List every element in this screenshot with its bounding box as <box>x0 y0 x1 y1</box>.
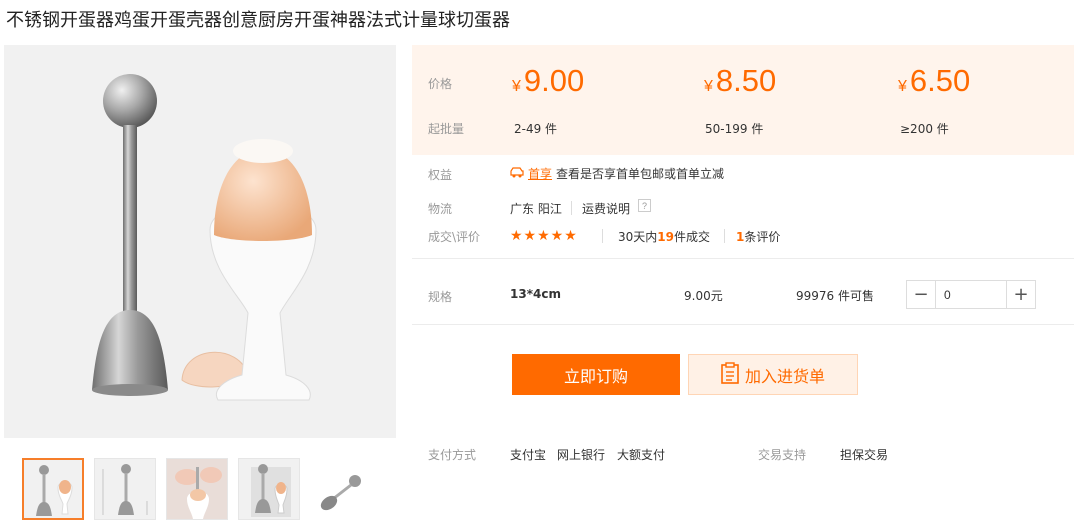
trade-support-value: 担保交易 <box>840 448 889 462</box>
rights-label: 权益 <box>428 168 453 182</box>
thumbnail-4[interactable] <box>238 458 300 520</box>
rating-stars: ★★★★★ <box>510 228 578 244</box>
review-suffix: 条评价 <box>744 230 781 244</box>
price-value: 6.50 <box>909 63 971 98</box>
order-now-button[interactable]: 立即订购 <box>512 354 680 395</box>
payment-label: 支付方式 <box>428 448 477 462</box>
divider-line <box>412 258 1074 259</box>
spec-size: 13*4cm <box>510 287 561 301</box>
price-value: 9.00 <box>523 63 585 98</box>
thumbnail-3[interactable] <box>166 458 228 520</box>
spec-label: 规格 <box>428 290 453 304</box>
review-count-link[interactable]: 1条评价 <box>736 228 780 245</box>
thumbnail-1[interactable] <box>22 458 84 520</box>
currency-symbol: ¥ <box>512 78 521 95</box>
add-to-cart-button[interactable]: 加入进货单 <box>688 354 858 395</box>
divider <box>724 229 725 243</box>
thumbnail-5[interactable] <box>310 458 372 520</box>
increment-button[interactable]: + <box>1007 281 1035 308</box>
currency-symbol: ¥ <box>704 78 713 95</box>
freight-info-link[interactable]: 运费说明 <box>582 200 630 217</box>
price-tier-2: ¥8.50 <box>704 63 776 99</box>
spec-stock: 99976 件可售 <box>796 289 874 303</box>
rights-row: 首享 查看是否享首单包邮或首单立减 <box>510 165 724 182</box>
quantity-stepper: − + <box>906 280 1036 309</box>
quantity-range-3: ≥200 件 <box>900 122 949 136</box>
deals-count: 30天内19件成交 <box>618 228 710 245</box>
trade-support-label: 交易支持 <box>758 448 807 462</box>
question-icon[interactable]: ? <box>638 199 651 212</box>
rights-description: 查看是否享首单包邮或首单立减 <box>556 167 725 181</box>
payment-method-online-bank: 网上银行 <box>557 448 606 462</box>
car-icon <box>510 166 524 181</box>
divider <box>602 229 603 243</box>
thumbnail-2[interactable] <box>94 458 156 520</box>
spec-price: 9.00元 <box>684 289 723 303</box>
egg-topper-illustration <box>92 74 317 401</box>
quantity-range-1: 2-49 件 <box>514 122 558 136</box>
main-product-image <box>4 45 396 438</box>
logistics-label: 物流 <box>428 202 453 216</box>
add-to-cart-label: 加入进货单 <box>744 366 825 386</box>
quantity-range-2: 50-199 件 <box>705 122 764 136</box>
currency-symbol: ¥ <box>898 78 907 95</box>
logistics-location: 广东 阳江 <box>510 202 562 216</box>
price-tier-1: ¥9.00 <box>512 63 584 99</box>
deals-reviews-label: 成交\评价 <box>428 230 481 244</box>
product-title: 不锈钢开蛋器鸡蛋开蛋壳器创意厨房开蛋神器法式计量球切蛋器 <box>6 10 510 31</box>
price-label: 价格 <box>428 77 453 91</box>
price-tier-3: ¥6.50 <box>898 63 970 99</box>
divider-line <box>412 324 1074 325</box>
payment-method-alipay: 支付宝 <box>510 448 547 462</box>
first-order-badge-link[interactable]: 首享 <box>528 165 552 182</box>
min-quantity-label: 起批量 <box>428 122 465 136</box>
price-value: 8.50 <box>715 63 777 98</box>
deals-suffix: 件成交 <box>673 230 710 244</box>
quantity-input[interactable] <box>935 281 1007 308</box>
payment-method-large-amount: 大额支付 <box>617 448 666 462</box>
divider <box>571 201 572 215</box>
thumbnail-strip <box>22 458 372 520</box>
decrement-button[interactable]: − <box>907 281 935 308</box>
deals-number: 19 <box>657 230 674 244</box>
deals-prefix: 30天内 <box>618 230 658 244</box>
clipboard-icon <box>721 361 739 388</box>
price-panel: 价格 起批量 ¥9.00 ¥8.50 ¥6.50 2-49 件 50-199 件… <box>412 45 1074 155</box>
